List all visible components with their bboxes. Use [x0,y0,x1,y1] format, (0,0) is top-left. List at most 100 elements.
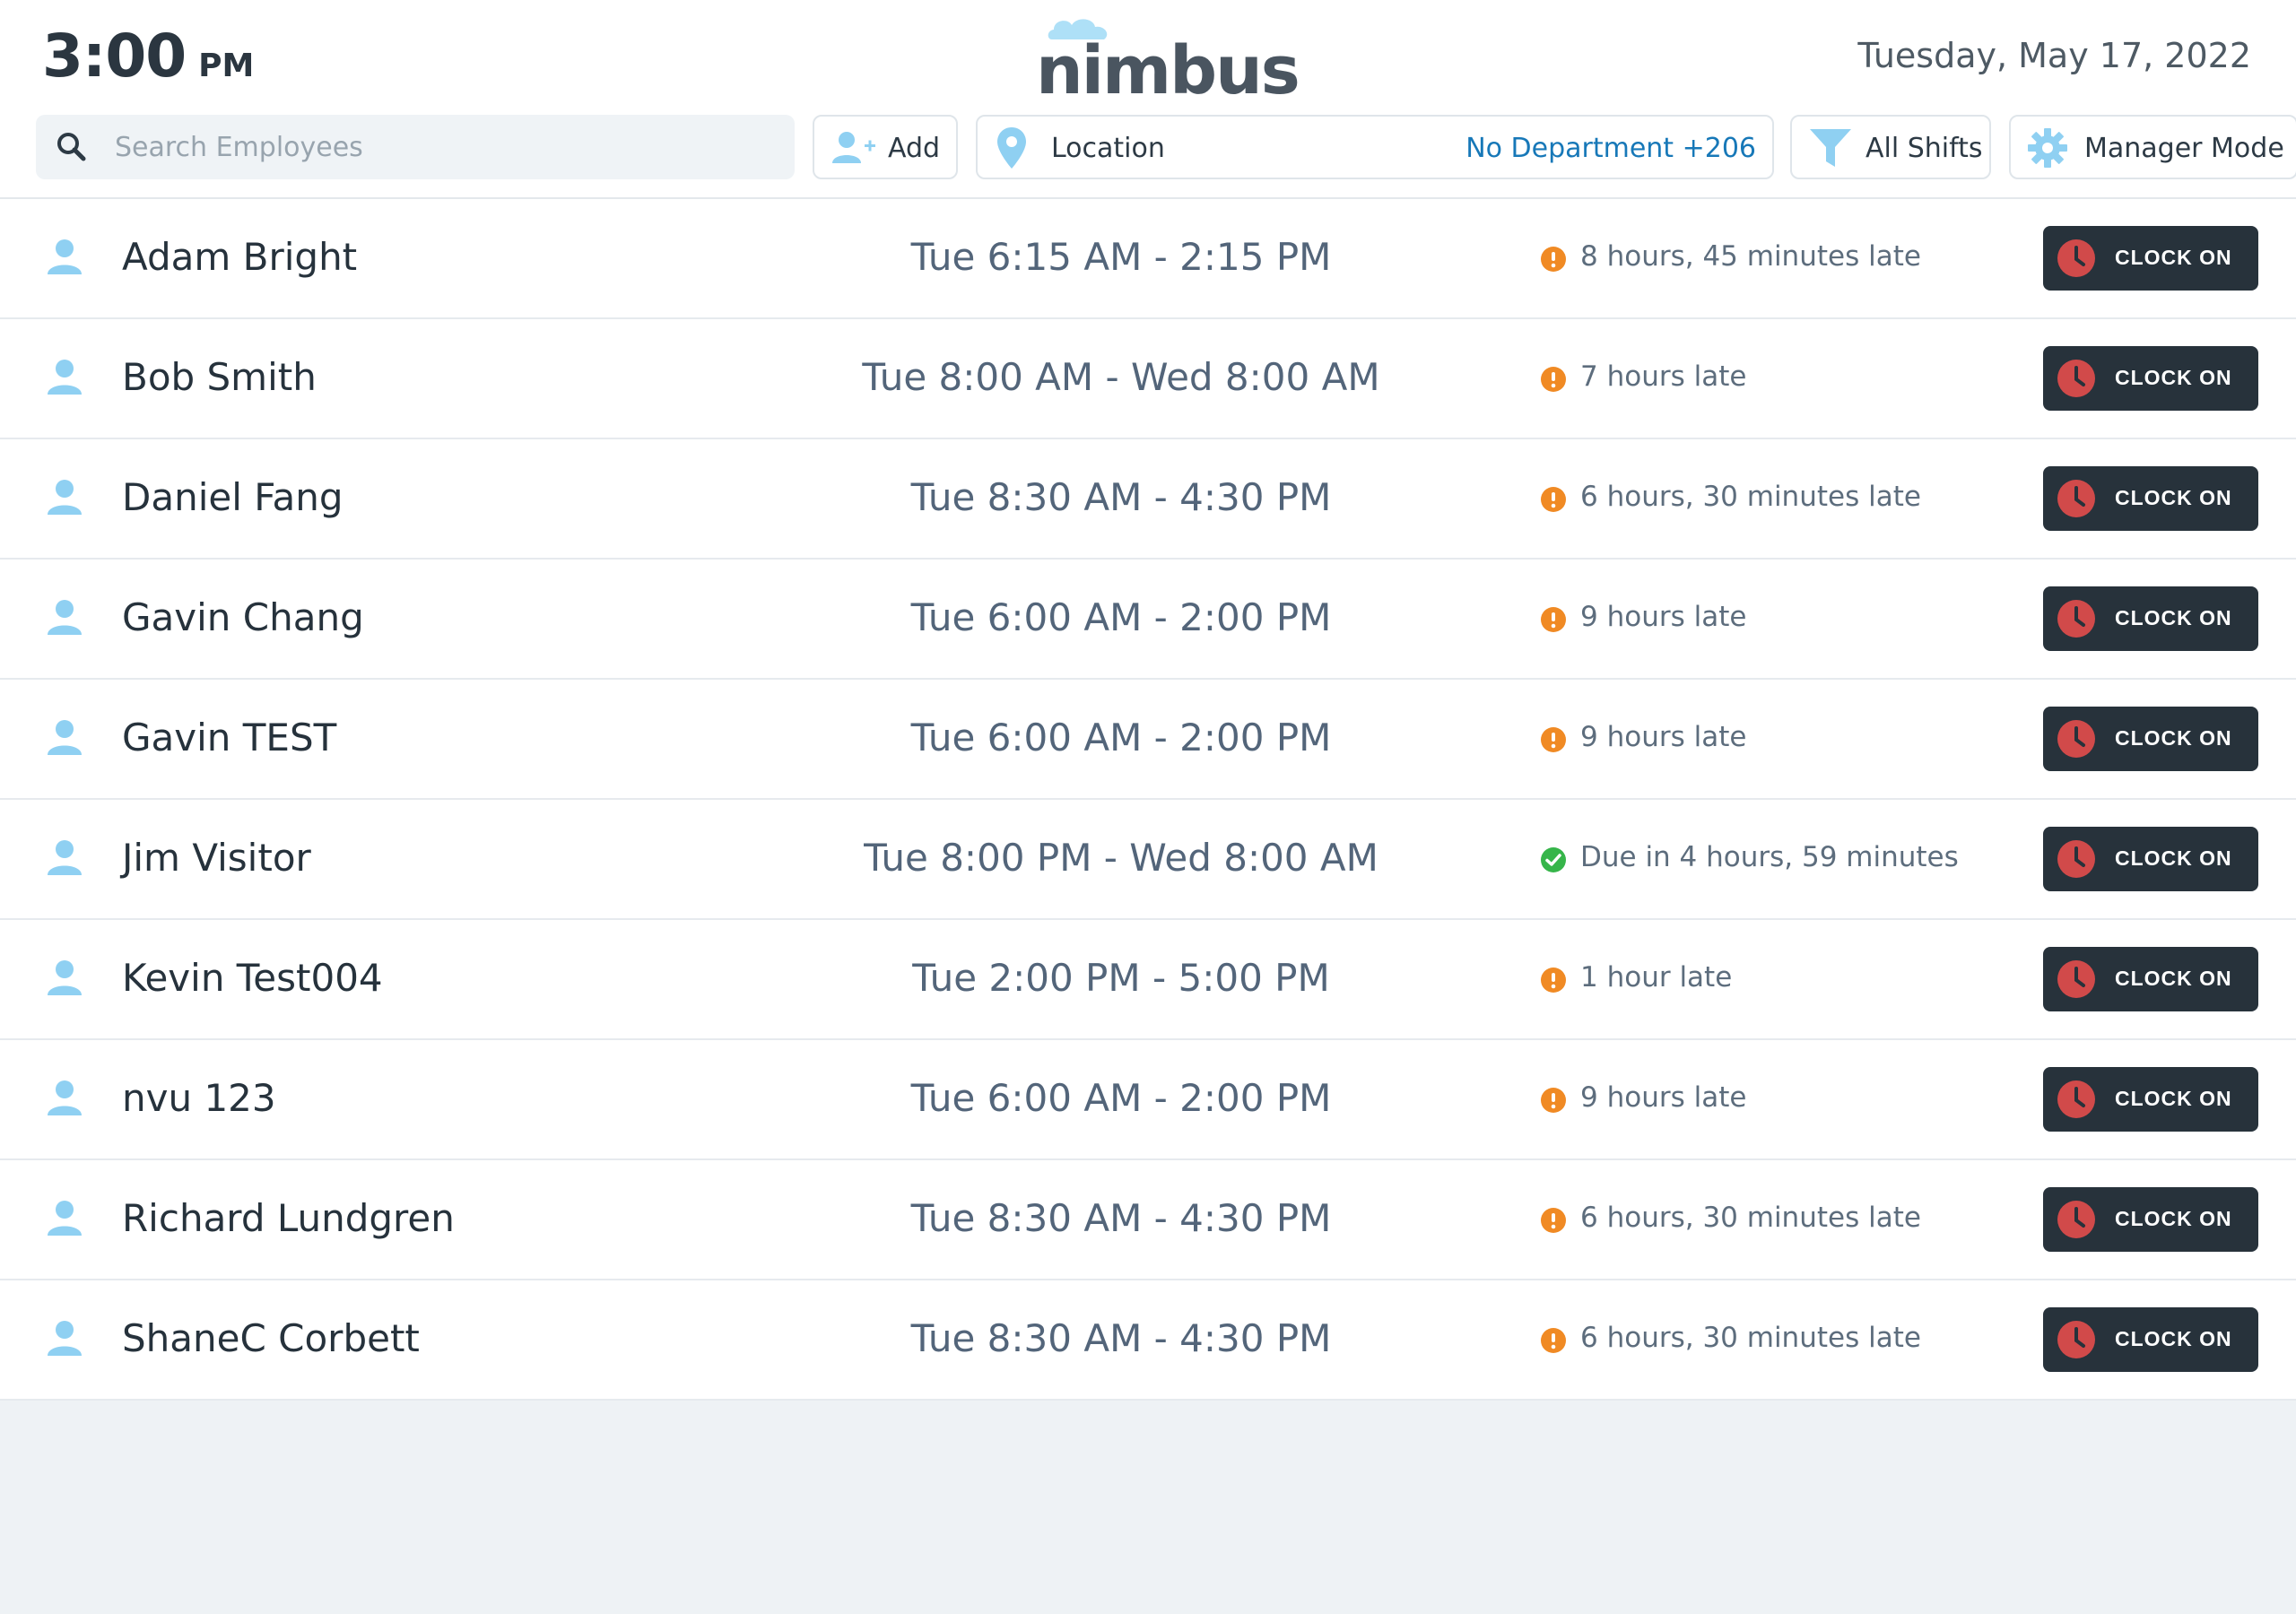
warning-icon [1540,246,1567,276]
shift-time: Tue 8:00 PM - Wed 8:00 AM [864,836,1378,880]
department-filter: No Department +206 [1465,133,1756,164]
clock-on-button[interactable]: CLOCK ON [2043,947,2258,1011]
location-filter-button[interactable]: Location No Department +206 [976,115,1774,179]
employee-name: Kevin Test004 [122,956,383,1000]
warning-icon [1540,1087,1567,1117]
clock-icon [2057,960,2095,998]
clock-time: 3:00 [42,22,187,91]
employee-name: Bob Smith [122,355,317,399]
employee-row: Kevin Test004 Tue 2:00 PM - 5:00 PM 1 ho… [0,920,2296,1040]
clock-on-label: CLOCK ON [2115,846,2232,870]
clock-on-button[interactable]: CLOCK ON [2043,827,2258,891]
employee-row: Richard Lundgren Tue 8:30 AM - 4:30 PM 6… [0,1160,2296,1280]
shift-time: Tue 6:00 AM - 2:00 PM [910,716,1332,759]
clock-on-button[interactable]: CLOCK ON [2043,226,2258,291]
employee-name: Gavin TEST [122,716,337,759]
shift-time: Tue 8:30 AM - 4:30 PM [910,1196,1332,1240]
shifts-label: All Shifts [1866,133,1983,164]
add-user-icon [832,132,875,163]
employee-name: Richard Lundgren [122,1196,455,1240]
add-employee-button[interactable]: Add [813,115,958,179]
clock-on-button[interactable]: CLOCK ON [2043,466,2258,531]
employee-name: Daniel Fang [122,475,344,519]
employee-row: Jim Visitor Tue 8:00 PM - Wed 8:00 AM Du… [0,800,2296,920]
employee-name: Gavin Chang [122,595,364,639]
clock-icon [2057,840,2095,878]
manager-label: Manager Mode [2084,133,2284,164]
clock-icon [2057,600,2095,638]
employee-row: Bob Smith Tue 8:00 AM - Wed 8:00 AM 7 ho… [0,319,2296,439]
logo-text: nimbus [1036,32,1300,109]
warning-icon [1540,726,1567,757]
clock-on-button[interactable]: CLOCK ON [2043,1067,2258,1132]
employee-name: Adam Bright [122,235,358,279]
search-input[interactable] [113,124,780,170]
clock-on-label: CLOCK ON [2115,606,2232,629]
warning-icon [1540,486,1567,516]
shift-status: 6 hours, 30 minutes late [1580,1202,1921,1234]
shift-time: Tue 6:00 AM - 2:00 PM [910,595,1332,639]
employee-row: Gavin Chang Tue 6:00 AM - 2:00 PM 9 hour… [0,560,2296,680]
clock-icon [2057,1321,2095,1358]
add-label: Add [888,133,941,164]
shift-status: 6 hours, 30 minutes late [1580,481,1921,513]
warning-icon [1540,1207,1567,1237]
employee-row: Adam Bright Tue 6:15 AM - 2:15 PM 8 hour… [0,199,2296,319]
employee-name: nvu 123 [122,1076,276,1120]
clock-icon [2057,1080,2095,1118]
manager-mode-button[interactable]: Manager Mode [2009,115,2296,179]
user-icon [48,720,82,755]
shift-time: Tue 8:30 AM - 4:30 PM [910,1316,1332,1360]
clock-on-label: CLOCK ON [2115,486,2232,509]
warning-icon [1540,1327,1567,1358]
user-icon [48,960,82,995]
clock-on-button[interactable]: CLOCK ON [2043,586,2258,651]
clock-on-label: CLOCK ON [2115,246,2232,269]
current-time: 3:00 PM [42,22,254,97]
clock-on-label: CLOCK ON [2115,726,2232,750]
clock-on-label: CLOCK ON [2115,366,2232,389]
shift-status: 1 hour late [1580,961,1733,994]
clock-ampm: PM [198,48,255,84]
shift-time: Tue 6:00 AM - 2:00 PM [910,1076,1332,1120]
shifts-filter-button[interactable]: All Shifts [1790,115,1991,179]
location-label: Location [1051,133,1165,164]
clock-on-button[interactable]: CLOCK ON [2043,1307,2258,1372]
shift-time: Tue 8:00 AM - Wed 8:00 AM [862,355,1380,399]
check-circle-icon [1540,846,1567,877]
employee-name: ShaneC Corbett [122,1316,420,1360]
location-pin-icon [997,127,1026,169]
employee-list: Adam Bright Tue 6:15 AM - 2:15 PM 8 hour… [0,199,2296,1401]
employee-row: ShaneC Corbett Tue 8:30 AM - 4:30 PM 6 h… [0,1280,2296,1401]
gear-icon [2028,128,2067,168]
shift-time: Tue 2:00 PM - 5:00 PM [912,956,1330,1000]
search-box [36,115,795,179]
clock-on-label: CLOCK ON [2115,1327,2232,1350]
warning-icon [1540,366,1567,396]
shift-status: 8 hours, 45 minutes late [1580,240,1921,273]
clock-on-button[interactable]: CLOCK ON [2043,707,2258,771]
clock-on-label: CLOCK ON [2115,1207,2232,1230]
user-icon [48,1201,82,1236]
clock-on-button[interactable]: CLOCK ON [2043,1187,2258,1252]
shift-time: Tue 8:30 AM - 4:30 PM [910,475,1332,519]
user-icon [48,360,82,395]
toolbar: Add Location No Department +206 All Shif… [36,115,2296,179]
user-icon [48,840,82,875]
shift-status: Due in 4 hours, 59 minutes [1580,841,1959,873]
shift-time: Tue 6:15 AM - 2:15 PM [910,235,1332,279]
warning-icon [1540,606,1567,637]
shift-status: 9 hours late [1580,601,1747,633]
clock-icon [2057,360,2095,397]
user-icon [48,1080,82,1115]
warning-icon [1540,967,1567,997]
clock-on-button[interactable]: CLOCK ON [2043,346,2258,411]
nimbus-logo: nimbus [1036,13,1300,109]
employee-name: Jim Visitor [122,836,311,880]
clock-on-label: CLOCK ON [2115,967,2232,990]
top-bar: 3:00 PM nimbus Tuesday, May 17, 2022 Add [0,0,2296,199]
user-icon [48,1321,82,1356]
clock-icon [2057,480,2095,517]
clock-icon [2057,239,2095,277]
current-date: Tuesday, May 17, 2022 [1857,36,2251,75]
